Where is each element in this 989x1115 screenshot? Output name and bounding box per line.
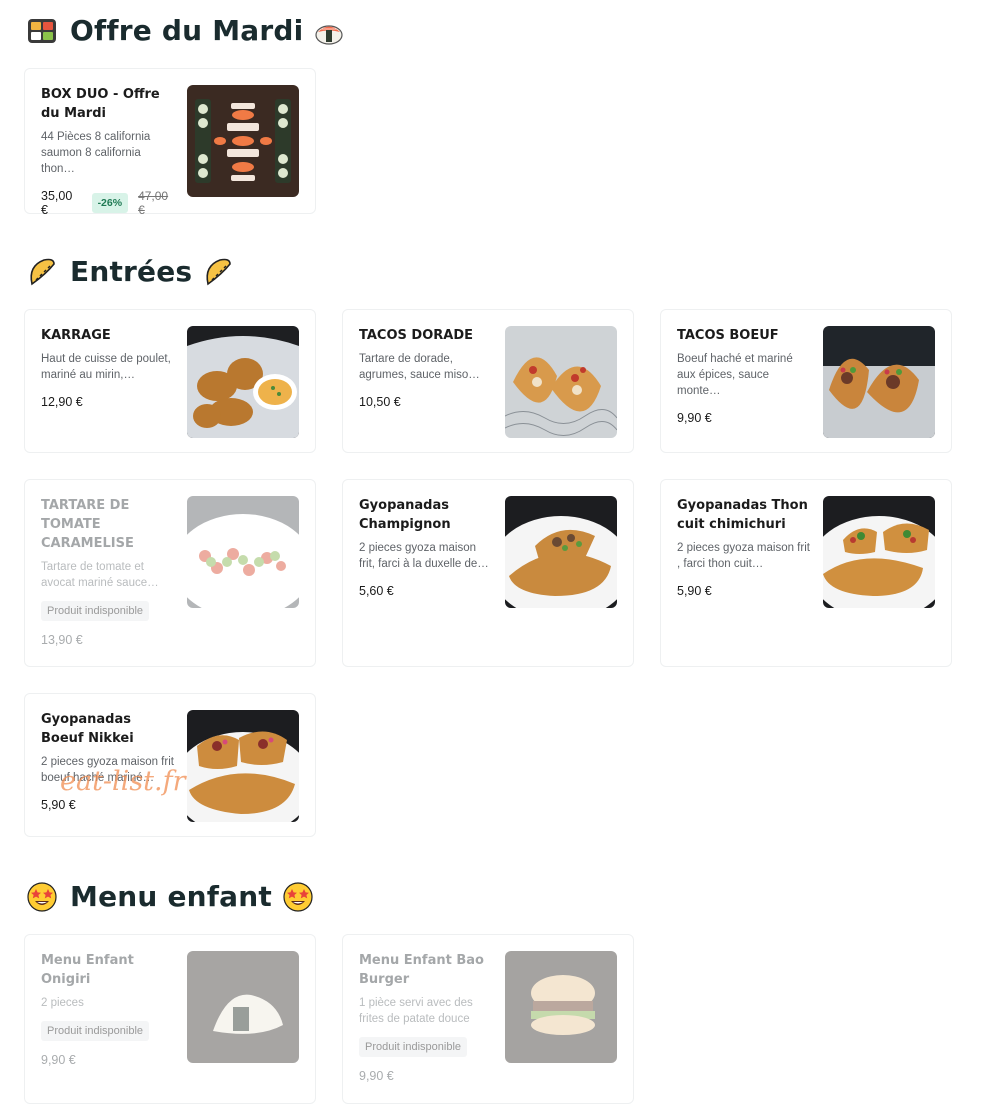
menu-item-card-tacos-boeuf[interactable]: TACOS BOEUF Boeuf haché et mariné aux ép… bbox=[660, 309, 952, 453]
old-price: 47,00 € bbox=[138, 189, 169, 217]
item-name: BOX DUO - Offre du Mardi bbox=[41, 87, 160, 121]
menu-item-card-gyopanadas-boeuf[interactable]: Gyopanadas Boeuf Nikkei 2 pieces gyoza m… bbox=[24, 693, 316, 837]
unavailable-badge: Produit indisponible bbox=[41, 601, 150, 621]
item-description: 44 Pièces 8 california saumon 8 californ… bbox=[41, 131, 151, 175]
item-description: Boeuf haché et mariné aux épices, sauce … bbox=[677, 353, 793, 397]
item-name: TACOS BOEUF bbox=[677, 328, 779, 343]
item-name: KARRAGE bbox=[41, 328, 111, 343]
item-price: 5,60 € bbox=[359, 584, 394, 598]
item-name: Gyopanadas Champignon bbox=[359, 498, 451, 532]
gyopanada-mushroom-photo bbox=[505, 496, 617, 608]
fried-chicken-photo bbox=[187, 326, 299, 438]
menu-item-card-menu-enfant-onigiri[interactable]: Menu Enfant Onigiri 2 pieces Produit ind… bbox=[24, 934, 316, 1104]
item-price: 10,50 € bbox=[359, 395, 401, 409]
item-price: 13,90 € bbox=[41, 633, 83, 647]
fish-tacos-photo bbox=[505, 326, 617, 438]
sushi-box-photo bbox=[187, 85, 299, 197]
gyopanada-beef-photo bbox=[187, 710, 299, 822]
menu-item-card-menu-enfant-bao[interactable]: Menu Enfant Bao Burger 1 pièce servi ave… bbox=[342, 934, 634, 1104]
section-title-menu-enfant: Menu enfant bbox=[26, 880, 320, 913]
item-price: 5,90 € bbox=[677, 584, 712, 598]
section-title-entrees: Entrées bbox=[26, 255, 240, 288]
item-name: Menu Enfant Onigiri bbox=[41, 953, 134, 987]
menu-item-card-tartare-tomate[interactable]: TARTARE DE TOMATE CARAMELISE Tartare de … bbox=[24, 479, 316, 667]
star-struck-face-icon bbox=[282, 881, 314, 913]
item-name: TARTARE DE TOMATE CARAMELISE bbox=[41, 498, 134, 551]
section-title-text: Entrées bbox=[70, 255, 193, 288]
item-price: 12,90 € bbox=[41, 395, 83, 409]
section-title-text: Menu enfant bbox=[70, 880, 272, 913]
item-name: Menu Enfant Bao Burger bbox=[359, 953, 484, 987]
menu-item-card-gyopanadas-champignon[interactable]: Gyopanadas Champignon 2 pieces gyoza mai… bbox=[342, 479, 634, 667]
section-title-text: Offre du Mardi bbox=[70, 14, 304, 47]
menu-item-card-gyopanadas-thon[interactable]: Gyopanadas Thon cuit chimichuri 2 pieces… bbox=[660, 479, 952, 667]
item-description: Tartare de dorade, agrumes, sauce miso… bbox=[359, 353, 480, 381]
menu-item-card-tacos-dorade[interactable]: TACOS DORADE Tartare de dorade, agrumes,… bbox=[342, 309, 634, 453]
section-title-offre: Offre du Mardi bbox=[26, 14, 351, 47]
beef-tacos-photo bbox=[823, 326, 935, 438]
tomato-tartare-photo bbox=[187, 496, 299, 608]
item-price: 9,90 € bbox=[359, 1069, 394, 1083]
menu-item-card-box-duo[interactable]: BOX DUO - Offre du Mardi 44 Pièces 8 cal… bbox=[24, 68, 316, 217]
onigiri-photo bbox=[187, 951, 299, 1063]
unavailable-badge: Produit indisponible bbox=[41, 1021, 150, 1041]
item-description: 2 pieces gyoza maison frit, farci à la d… bbox=[359, 542, 489, 570]
discount-badge: -26% bbox=[91, 193, 129, 213]
sushi-icon bbox=[313, 15, 345, 47]
item-name: Gyopanadas Thon cuit chimichuri bbox=[677, 498, 808, 532]
item-description: Tartare de tomate et avocat mariné sauce… bbox=[41, 561, 159, 589]
empanada-icon bbox=[202, 256, 234, 288]
item-description: 1 pièce servi avec des frites de patate … bbox=[359, 997, 473, 1025]
item-name: TACOS DORADE bbox=[359, 328, 473, 343]
item-price: 35,00 € bbox=[41, 189, 73, 217]
bento-box-icon bbox=[26, 15, 58, 47]
item-price: 9,90 € bbox=[41, 1053, 76, 1067]
empanada-icon bbox=[26, 256, 58, 288]
watermark: eat-list.fr bbox=[60, 766, 186, 797]
item-description: 2 pieces bbox=[41, 997, 84, 1009]
item-description: 2 pieces gyoza maison frit , farci thon … bbox=[677, 542, 810, 570]
item-description: Haut de cuisse de poulet, mariné au miri… bbox=[41, 353, 171, 381]
item-name: Gyopanadas Boeuf Nikkei bbox=[41, 712, 134, 746]
bao-burger-photo bbox=[505, 951, 617, 1063]
gyopanada-tuna-photo bbox=[823, 496, 935, 608]
item-price: 9,90 € bbox=[677, 411, 712, 425]
menu-item-card-karrage[interactable]: KARRAGE Haut de cuisse de poulet, mariné… bbox=[24, 309, 316, 453]
unavailable-badge: Produit indisponible bbox=[359, 1037, 468, 1057]
star-struck-face-icon bbox=[26, 881, 58, 913]
item-price: 5,90 € bbox=[41, 798, 76, 812]
